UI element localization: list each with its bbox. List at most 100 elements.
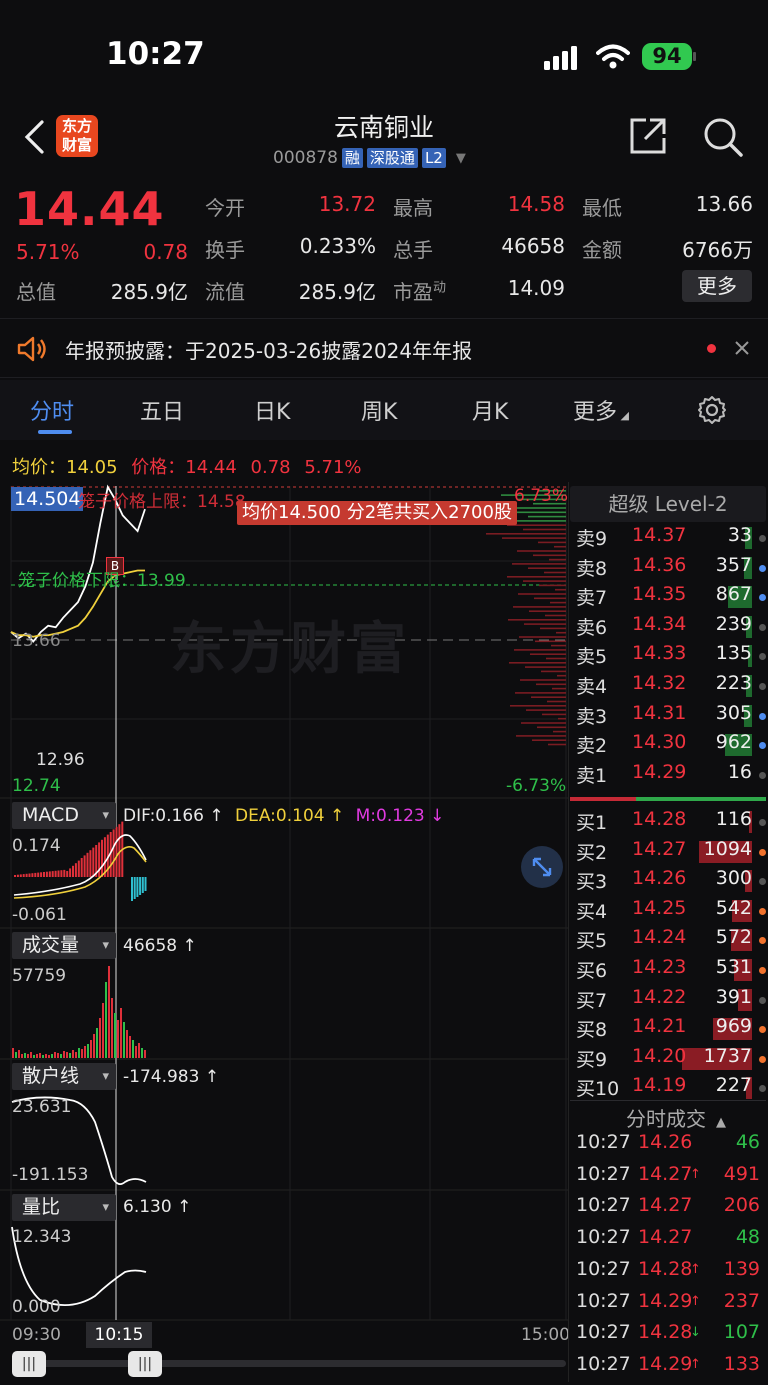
trade-row[interactable]: 10:27 14.27 ↑ 491 xyxy=(576,1163,766,1195)
trade-row[interactable]: 10:27 14.29 ↑ 237 xyxy=(576,1290,766,1322)
macd-bar xyxy=(112,829,115,877)
scroll-handle-right[interactable]: ||| xyxy=(128,1351,162,1377)
macd-bar xyxy=(34,872,37,877)
trade-row[interactable]: 10:27 14.28 ↑ 139 xyxy=(576,1258,766,1290)
tab-intraday[interactable]: 分时 xyxy=(30,394,74,426)
tag-margin: 融 xyxy=(341,148,363,168)
macd-min: -0.061 xyxy=(12,905,67,925)
depth-bar xyxy=(525,666,566,668)
notice-bar[interactable]: 年报预披露：于2025-03-26披露2024年年报 xyxy=(0,318,768,378)
trade-price: 14.29 xyxy=(638,1352,693,1375)
buy-order-row[interactable]: 买9 14.20 1737 xyxy=(576,1045,766,1075)
buy-order-volume: 1737 xyxy=(703,1044,752,1067)
volume-selector[interactable]: 成交量 xyxy=(12,932,116,959)
trade-volume: 48 xyxy=(735,1226,760,1249)
share-icon[interactable] xyxy=(628,116,668,156)
trade-tooltip: 均价14.500 分2笔共买入2700股 xyxy=(237,501,517,525)
buy-order-label: 买1 xyxy=(576,812,608,834)
retail-line-selector[interactable]: 散户线 xyxy=(12,1063,116,1090)
search-icon[interactable] xyxy=(702,116,744,158)
volume-ratio-max: 12.343 xyxy=(12,1227,72,1247)
buy-order-row[interactable]: 买1 14.28 116 xyxy=(576,808,766,838)
sell-order-row[interactable]: 卖4 14.32 223 xyxy=(576,672,766,702)
trade-row[interactable]: 10:27 14.27 48 xyxy=(576,1226,766,1258)
battery-indicator: 94 xyxy=(642,43,692,70)
buy-order-price: 14.19 xyxy=(632,1074,687,1097)
sell-order-row[interactable]: 卖6 14.34 239 xyxy=(576,613,766,643)
buy-order-row[interactable]: 买2 14.27 1094 xyxy=(576,838,766,868)
y-axis-top-pct: 6.73% xyxy=(514,486,569,506)
price-change-pct: 5.71% xyxy=(304,457,362,478)
buy-order-volume: 116 xyxy=(715,808,752,830)
macd-selector[interactable]: MACD xyxy=(12,802,116,829)
tab-more[interactable]: 更多 ◢ xyxy=(573,394,629,426)
depth-bar xyxy=(550,601,566,604)
trade-time: 10:27 xyxy=(576,1131,631,1153)
depth-bar xyxy=(538,541,566,544)
trade-row[interactable]: 10:27 14.26 46 xyxy=(576,1131,766,1163)
volume-bar xyxy=(138,1043,140,1058)
settings-icon[interactable] xyxy=(697,395,727,425)
buy-order-flag-dot xyxy=(759,1085,766,1093)
stock-code-line[interactable]: 000878 融 深股通 L2 ▼ xyxy=(273,148,466,168)
clock: 10:27 xyxy=(106,36,205,72)
trade-price: 14.27 xyxy=(638,1226,693,1249)
trade-row[interactable]: 10:27 14.29 ↑ 133 xyxy=(576,1353,766,1385)
volume-bar xyxy=(114,1013,116,1058)
buy-order-volume: 542 xyxy=(715,896,752,919)
sell-order-row[interactable]: 卖3 14.31 305 xyxy=(576,702,766,732)
sell-order-price: 14.29 xyxy=(632,760,687,783)
sell-order-label: 卖3 xyxy=(576,705,608,728)
depth-bar xyxy=(514,649,566,651)
sell-order-volume: 867 xyxy=(715,583,752,606)
volume-bar xyxy=(141,1048,143,1058)
trade-row[interactable]: 10:27 14.27 206 xyxy=(576,1194,766,1226)
fullscreen-button[interactable] xyxy=(521,846,563,888)
retail-line-min: -191.153 xyxy=(12,1165,89,1185)
sell-order-price: 14.34 xyxy=(632,612,687,635)
volume-ratio-selector[interactable]: 量比 xyxy=(12,1194,116,1221)
macd-values: DIF:0.166 ↑ DEA:0.104 ↑ M:0.123 ↓ xyxy=(123,806,444,826)
sell-order-flag-dot xyxy=(759,712,766,720)
avg-value: 14.05 xyxy=(66,457,118,478)
buy-order-row[interactable]: 买7 14.22 391 xyxy=(576,986,766,1016)
volume-label: 总手 xyxy=(393,238,433,262)
scroll-handle-left[interactable]: ||| xyxy=(12,1351,46,1377)
depth-bar xyxy=(553,730,566,733)
trade-row[interactable]: 10:27 14.28 ↓ 107 xyxy=(576,1321,766,1353)
sell-order-row[interactable]: 卖7 14.35 867 xyxy=(576,583,766,613)
volume-bar xyxy=(39,1053,41,1058)
sell-order-row[interactable]: 卖2 14.30 962 xyxy=(576,731,766,761)
buy-order-row[interactable]: 买8 14.21 969 xyxy=(576,1015,766,1045)
tab-five-day[interactable]: 五日 xyxy=(140,394,184,426)
notice-text: 年报预披露：于2025-03-26披露2024年年报 xyxy=(65,339,473,363)
buy-order-row[interactable]: 买3 14.26 300 xyxy=(576,867,766,897)
depth-bar xyxy=(518,593,566,595)
macd-bar xyxy=(80,858,83,877)
more-button[interactable]: 更多 xyxy=(682,270,752,302)
time-scrollbar[interactable] xyxy=(12,1360,566,1367)
sell-order-row[interactable]: 卖5 14.33 135 xyxy=(576,642,766,672)
buy-order-flag-dot xyxy=(759,1055,766,1063)
buy-order-row[interactable]: 买6 14.23 531 xyxy=(576,956,766,986)
open-value: 13.72 xyxy=(318,192,376,216)
close-icon[interactable] xyxy=(734,340,750,356)
sell-order-row[interactable]: 卖1 14.29 16 xyxy=(576,761,766,791)
trade-price: 14.26 xyxy=(638,1131,693,1153)
depth-bar xyxy=(533,554,566,557)
buy-order-row[interactable]: 买5 14.24 572 xyxy=(576,926,766,956)
volume-bar xyxy=(132,1040,134,1058)
level2-header[interactable]: 超级 Level-2 xyxy=(570,486,766,522)
sell-order-row[interactable]: 卖8 14.36 357 xyxy=(576,554,766,584)
buy-order-flag-dot xyxy=(759,967,766,974)
buy-order-row[interactable]: 买4 14.25 542 xyxy=(576,897,766,927)
tab-daily-k[interactable]: 日K xyxy=(254,394,290,426)
sell-order-row[interactable]: 卖9 14.37 33 xyxy=(576,524,766,554)
y-axis-bottom-pct: -6.73% xyxy=(506,776,567,796)
tab-weekly-k[interactable]: 周K xyxy=(361,394,397,426)
trade-volume: 206 xyxy=(723,1194,760,1217)
volume-bar xyxy=(66,1052,68,1058)
tab-monthly-k[interactable]: 月K xyxy=(472,394,508,426)
trades-title[interactable]: 分时成交 ▲ xyxy=(626,1103,726,1132)
depth-bar xyxy=(556,631,566,634)
